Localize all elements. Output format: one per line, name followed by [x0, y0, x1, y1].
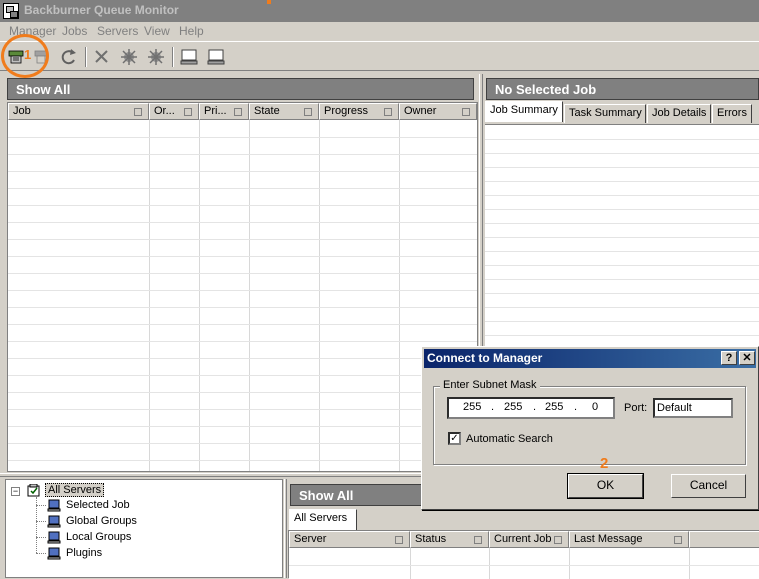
automatic-search-label: Automatic Search	[466, 433, 553, 445]
tree-item-all-servers[interactable]: All Servers	[45, 483, 105, 497]
title-bar: Backburner Queue Monitor	[0, 0, 759, 22]
server-group-icon	[27, 483, 41, 497]
toolbar	[0, 41, 759, 71]
tree-splitter[interactable]	[284, 479, 287, 578]
computer-icon	[47, 515, 61, 528]
col-progress[interactable]: Progress	[319, 103, 399, 120]
tab-job-summary[interactable]: Job Summary	[485, 101, 563, 122]
job-detail-header: No Selected Job	[486, 78, 759, 100]
subnet-mask-input[interactable]: 255 . 255 . 255 . 0	[447, 397, 615, 419]
ip-octet-2[interactable]: 255	[504, 401, 522, 413]
servers-tabs: All Servers	[289, 509, 759, 530]
jobs-grid[interactable]	[8, 120, 477, 471]
job-detail-tabs: Job Summary Task Summary Job Details Err…	[485, 101, 759, 124]
ip-octet-4[interactable]: 0	[592, 401, 598, 413]
refresh-icon[interactable]	[58, 46, 80, 68]
col-status[interactable]: Status	[410, 531, 489, 548]
ip-octet-3[interactable]: 255	[545, 401, 563, 413]
connect-dialog: Connect to Manager ? ✕ Enter Subnet Mask…	[421, 346, 759, 510]
ip-octet-1[interactable]: 255	[463, 401, 481, 413]
jobs-panel-header: Show All	[7, 78, 474, 100]
help-button[interactable]: ?	[721, 351, 737, 365]
activate-icon[interactable]	[118, 46, 140, 68]
port-input[interactable]: Default	[653, 398, 733, 418]
col-owner[interactable]: Owner	[399, 103, 477, 120]
col-last-message[interactable]: Last Message	[569, 531, 689, 548]
col-state[interactable]: State	[249, 103, 319, 120]
server-icon[interactable]	[178, 46, 200, 68]
subnet-group-label: Enter Subnet Mask	[440, 379, 540, 391]
dialog-title: Connect to Manager	[427, 351, 543, 365]
automatic-search-checkbox[interactable]: ✓	[448, 432, 461, 445]
col-server[interactable]: Server	[289, 531, 410, 548]
col-job[interactable]: Job	[8, 103, 149, 120]
tree-item-selected-job[interactable]: Selected Job	[66, 499, 130, 511]
computer-icon	[47, 547, 61, 560]
collapse-toggle[interactable]: −	[11, 487, 20, 496]
cancel-button[interactable]: Cancel	[671, 474, 746, 498]
servers-table: Server Status Current Job Last Message	[288, 530, 759, 579]
computer-icon	[47, 499, 61, 512]
dialog-title-bar: Connect to Manager ? ✕	[424, 349, 756, 368]
annotation-1: 1	[24, 47, 32, 62]
deactivate-icon[interactable]	[145, 46, 167, 68]
menu-servers[interactable]: Servers	[97, 24, 138, 38]
tree-item-global-groups[interactable]: Global Groups	[66, 515, 137, 527]
servers-grid[interactable]	[289, 548, 759, 579]
col-order[interactable]: Or...	[149, 103, 199, 120]
menu-jobs[interactable]: Jobs	[62, 24, 87, 38]
tab-all-servers[interactable]: All Servers	[289, 509, 357, 530]
delete-icon[interactable]	[91, 46, 113, 68]
tree-item-plugins[interactable]: Plugins	[66, 547, 102, 559]
window-title: Backburner Queue Monitor	[24, 3, 179, 17]
tree-item-local-groups[interactable]: Local Groups	[66, 531, 131, 543]
server-group-tree: − All Servers Selected Job Global Groups…	[5, 479, 283, 578]
tab-task-summary[interactable]: Task Summary	[564, 104, 646, 123]
port-label: Port:	[624, 402, 648, 414]
ok-button[interactable]: OK	[567, 473, 644, 499]
col-priority[interactable]: Pri...	[199, 103, 249, 120]
annotation-2: 2	[600, 455, 609, 472]
menu-view[interactable]: View	[144, 24, 170, 38]
tab-job-details[interactable]: Job Details	[647, 104, 711, 123]
col-extra	[689, 531, 759, 548]
server2-icon[interactable]	[205, 46, 227, 68]
col-current-job[interactable]: Current Job	[489, 531, 569, 548]
menu-bar: Manager Jobs Servers View Help	[0, 22, 759, 40]
app-icon[interactable]	[3, 3, 19, 19]
computer-icon	[47, 531, 61, 544]
menu-help[interactable]: Help	[179, 24, 204, 38]
jobs-table: Job Or... Pri... State Progress Owner	[7, 102, 478, 472]
tab-errors[interactable]: Errors	[712, 104, 752, 123]
close-button[interactable]: ✕	[739, 351, 755, 365]
annotation-mark	[267, 0, 271, 4]
